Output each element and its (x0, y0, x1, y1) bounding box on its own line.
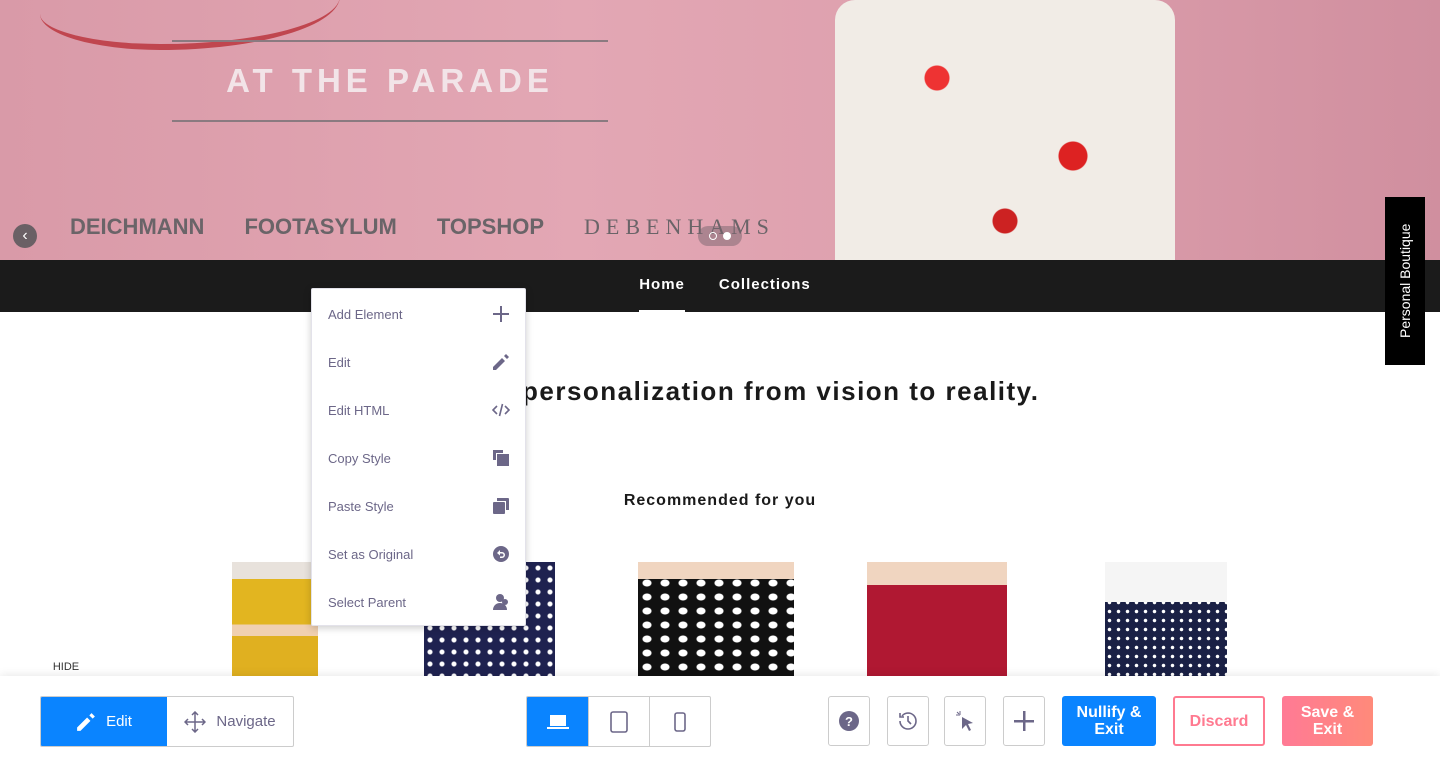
hero-script-decoration (40, 0, 340, 50)
plus-icon (493, 306, 509, 322)
menu-item-label: Edit (328, 354, 351, 370)
desktop-view-button[interactable] (527, 697, 588, 746)
undo-icon (493, 546, 509, 562)
menu-item-label: Set as Original (328, 546, 414, 562)
move-icon (184, 710, 207, 733)
brand-logo: TOPSHOP (436, 214, 544, 239)
edit-mode-button[interactable]: Edit (41, 697, 167, 746)
help-button[interactable]: ? (828, 696, 870, 746)
product-image[interactable] (232, 562, 318, 676)
menu-item-label: Paste Style (328, 498, 394, 514)
device-switch (526, 696, 711, 747)
menu-item-select-parent[interactable]: Select Parent (312, 578, 525, 626)
divider (172, 120, 608, 122)
navigate-mode-button[interactable]: Navigate (167, 697, 293, 746)
paste-style-icon (493, 498, 509, 514)
menu-item-label: Edit HTML (328, 402, 390, 418)
editor-toolbar: Edit Navigate ? Nullify & Exit Discard S… (0, 676, 1440, 766)
navigate-label: Navigate (216, 713, 276, 730)
menu-item-edit[interactable]: Edit (312, 338, 525, 386)
brand-logos: DEICHMANN FOOTASYLUM TOPSHOP DEBENHAMS (70, 214, 775, 240)
edit-label: Edit (106, 713, 132, 730)
menu-item-label: Copy Style (328, 450, 391, 466)
product-image[interactable] (1105, 562, 1227, 676)
menu-item-paste-style[interactable]: Paste Style (312, 482, 525, 530)
cursor-click-icon (956, 711, 973, 731)
parent-icon (493, 594, 508, 610)
save-exit-button[interactable]: Save & Exit (1282, 696, 1373, 746)
brand-logo: FOOTASYLUM (244, 214, 397, 239)
mobile-view-button[interactable] (649, 697, 710, 746)
context-menu: Add Element Edit Edit HTML Copy Style Pa… (311, 288, 526, 626)
phone-icon (674, 711, 686, 732)
copy-style-icon (493, 450, 509, 466)
menu-item-copy-style[interactable]: Copy Style (312, 434, 525, 482)
nullify-exit-button[interactable]: Nullify & Exit (1062, 696, 1156, 746)
hide-toolbar-button[interactable]: HIDE (40, 656, 92, 676)
hero-model-image (835, 0, 1175, 260)
help-icon: ? (839, 711, 859, 731)
pencil-icon (493, 354, 509, 370)
tablet-view-button[interactable] (588, 697, 649, 746)
product-image[interactable] (867, 562, 1007, 676)
carousel-prev-button[interactable]: ‹ (13, 224, 37, 248)
hero-tagline: AT THE PARADE (226, 62, 554, 99)
plus-icon (1014, 711, 1034, 731)
menu-item-label: Select Parent (328, 594, 407, 610)
brand-logo: DEBENHAMS (584, 214, 775, 239)
headline: personalization from vision to reality. (522, 376, 1040, 406)
svg-text:?: ? (845, 714, 853, 729)
nav-home[interactable]: Home (639, 260, 685, 312)
product-image[interactable] (638, 562, 794, 676)
menu-item-label: Add Element (328, 306, 403, 322)
divider (172, 40, 608, 42)
add-button[interactable] (1003, 696, 1045, 746)
code-icon (492, 403, 510, 417)
carousel-dot[interactable] (723, 232, 731, 240)
carousel-dots[interactable] (698, 226, 742, 246)
hero-banner: AT THE PARADE DEICHMANN FOOTASYLUM TOPSH… (0, 0, 1440, 260)
history-icon (899, 712, 917, 730)
discard-button[interactable]: Discard (1173, 696, 1265, 746)
laptop-icon (546, 714, 569, 729)
mode-switch: Edit Navigate (40, 696, 294, 747)
nav-collections[interactable]: Collections (719, 260, 811, 312)
section-title: Recommended for you (623, 492, 817, 509)
main-nav: Home Collections (0, 260, 1440, 312)
menu-item-add-element[interactable]: Add Element (312, 290, 525, 338)
history-button[interactable] (887, 696, 929, 746)
personal-boutique-tab[interactable]: Personal Boutique (1385, 197, 1425, 365)
select-element-button[interactable] (944, 696, 986, 746)
menu-item-edit-html[interactable]: Edit HTML (312, 386, 525, 434)
carousel-dot[interactable] (709, 232, 717, 240)
brand-logo: DEICHMANN (70, 214, 205, 239)
menu-item-set-as-original[interactable]: Set as Original (312, 530, 525, 578)
pencil-icon (77, 712, 95, 731)
tablet-icon (610, 710, 628, 733)
